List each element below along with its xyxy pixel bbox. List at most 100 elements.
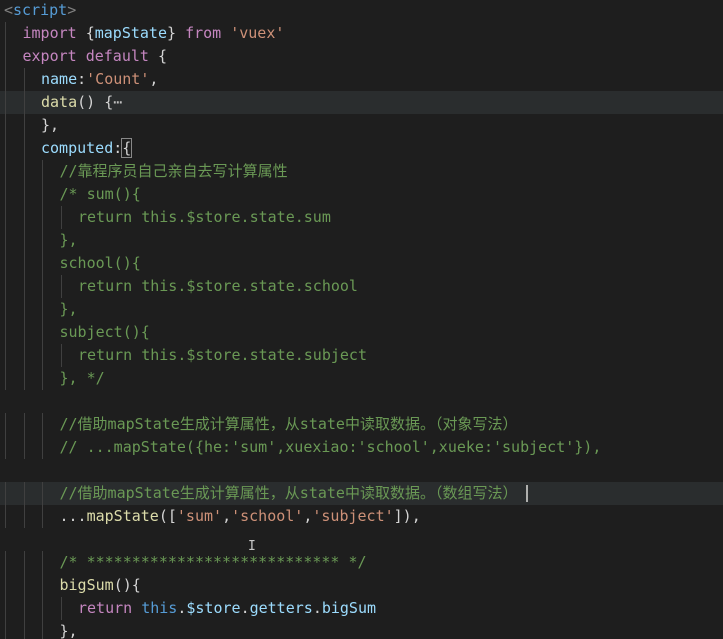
indent-guide [42,321,43,344]
code-line[interactable]: return this.$store.state.school [0,275,723,298]
indent-guide [42,275,43,298]
indent-guide [5,45,6,68]
code-token: /* sum(){ [59,185,141,203]
indent-guide [23,206,25,229]
indent-guide [42,597,43,620]
code-line[interactable]: data() {⋯ [0,91,723,114]
indent-guide [42,505,43,528]
indent-guide [42,160,43,183]
code-token: { [121,138,133,158]
code-line[interactable]: return this.$store.state.subject [0,344,723,367]
code-line[interactable]: name:'Count', [0,68,723,91]
code-text: }, */ [60,367,105,390]
code-text: }, [60,229,78,252]
code-token: export [22,47,77,65]
code-token: default [85,47,149,65]
indent-guide [23,298,25,321]
code-token: : [77,70,87,88]
code-token: script [13,1,68,19]
code-token: import [22,24,77,42]
indent-guide [23,91,25,114]
code-line[interactable]: }, */ [0,367,723,390]
code-token: . [312,599,322,617]
code-line[interactable] [0,459,723,482]
code-token: < [4,1,14,19]
indent-guide [5,482,6,505]
code-line[interactable]: /* sum(){ [0,183,723,206]
code-line[interactable]: return this.$store.getters.bigSum [0,597,723,620]
indent-guide [42,252,43,275]
indent-guide [5,206,6,229]
code-line[interactable]: school(){ [0,252,723,275]
indent-guide [42,436,43,459]
code-text: data() {⋯ [41,91,122,114]
code-line[interactable] [0,528,723,551]
code-token: } [167,24,186,42]
code-line[interactable]: }, [0,114,723,137]
indent-guide [5,160,6,183]
indent-guide [5,551,6,574]
code-token: () { [77,93,114,111]
code-line[interactable]: /* **************************** */ [0,551,723,574]
indent-guide [5,137,6,160]
code-line[interactable]: //借助mapState生成计算属性，从state中读取数据。（对象写法） [0,413,723,436]
code-text: //借助mapState生成计算属性，从state中读取数据。（数组写法） [60,482,518,505]
indent-guide [5,574,6,597]
code-line[interactable]: // ...mapState({he:'sum',xuexiao:'school… [0,436,723,459]
code-line[interactable] [0,390,723,413]
indent-guide [42,206,43,229]
code-line[interactable]: ...mapState(['sum','school','subject']), [0,505,723,528]
code-text: }, [41,114,59,137]
indent-guide [42,298,43,321]
indent-guide [23,482,25,505]
code-line[interactable]: import {mapState} from 'vuex' [0,22,723,45]
code-text: <script> [4,0,76,22]
code-line[interactable]: <script> [0,0,723,22]
code-token: ([ [158,507,177,525]
indent-guide [23,367,25,390]
code-token: from [185,24,222,42]
code-line[interactable]: subject(){ [0,321,723,344]
indent-guide [23,551,25,574]
code-text: //借助mapState生成计算属性，从state中读取数据。（对象写法） [60,413,518,436]
code-text: /* sum(){ [60,183,141,206]
indent-guide [60,344,62,367]
indent-guide [23,344,25,367]
code-line[interactable]: export default { [0,45,723,68]
indent-guide [5,229,6,252]
indent-guide [23,620,25,639]
code-editor[interactable]: <script> import {mapState} from 'vuex' exp… [0,0,723,639]
indent-guide [5,436,6,459]
code-token: mapState [94,24,167,42]
code-line[interactable]: }, [0,298,723,321]
code-text: }, [60,620,78,639]
indent-guide [23,321,25,344]
code-line[interactable]: }, [0,620,723,639]
code-line[interactable]: bigSum(){ [0,574,723,597]
code-line[interactable]: //借助mapState生成计算属性，从state中读取数据。（数组写法） [0,482,723,505]
code-token: }, [59,231,78,249]
code-text: //靠程序员自己亲自去写计算属性 [60,160,288,183]
code-token: this [141,599,178,617]
code-line[interactable]: return this.$store.state.sum [0,206,723,229]
code-line[interactable]: computed:{ [0,137,723,160]
code-line[interactable]: //靠程序员自己亲自去写计算属性 [0,160,723,183]
code-token: ... [59,507,87,525]
code-token: //靠程序员自己亲自去写计算属性 [59,162,288,180]
code-token: }, [59,622,78,639]
code-token: mapState [86,507,159,525]
code-line[interactable]: }, [0,229,723,252]
code-token: { [148,47,167,65]
code-text: name:'Count', [41,68,158,91]
code-token: //借助mapState生成计算属性，从state中读取数据。（对象写法） [59,415,518,433]
indent-guide [5,252,6,275]
indent-guide [23,413,25,436]
code-token: $store [186,599,241,617]
code-token: /* **************************** */ [59,553,367,571]
indent-guide [23,183,25,206]
indent-guide [5,367,6,390]
indent-guide [42,367,43,390]
indent-guide [23,436,25,459]
indent-guide [23,114,25,137]
indent-guide [42,620,43,639]
